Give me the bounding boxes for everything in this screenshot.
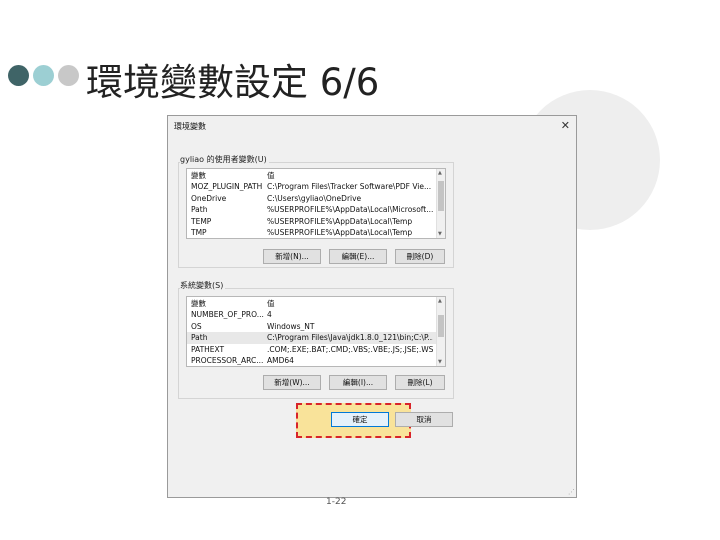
table-row[interactable]: PROCESSOR_ARC... AMD64 bbox=[187, 355, 445, 366]
variable-name: OS bbox=[191, 321, 202, 331]
user-new-button[interactable]: 新增(N)... bbox=[263, 249, 321, 264]
column-header-name[interactable]: 變數 bbox=[191, 170, 269, 181]
table-row[interactable]: PATHEXT .COM;.EXE;.BAT;.CMD;.VBS;.VBE;.J… bbox=[187, 344, 445, 356]
variable-value: AMD64 bbox=[267, 356, 294, 365]
variable-name: NUMBER_OF_PRO... bbox=[191, 310, 264, 319]
table-row[interactable]: TMP %USERPROFILE%\AppData\Local\Temp bbox=[187, 227, 445, 238]
user-list-scrollbar[interactable]: ▲ ▼ bbox=[436, 169, 445, 238]
table-row[interactable]: Path %USERPROFILE%\AppData\Local\Microso… bbox=[187, 204, 445, 216]
user-list-header: 變數 值 bbox=[187, 169, 445, 181]
table-row[interactable]: Path C:\Program Files\Java\jdk1.8.0_121\… bbox=[187, 332, 445, 344]
table-row[interactable]: OneDrive C:\Users\gyliao\OneDrive bbox=[187, 193, 445, 205]
scroll-thumb[interactable] bbox=[438, 315, 444, 337]
title-bullet-dot-dark bbox=[8, 65, 29, 86]
system-edit-button[interactable]: 編輯(I)... bbox=[329, 375, 387, 390]
variable-name: TEMP bbox=[191, 216, 212, 226]
user-variables-label: gyliao 的使用者變數(U) bbox=[180, 154, 269, 165]
scroll-down-icon[interactable]: ▼ bbox=[438, 231, 442, 237]
system-list-scrollbar[interactable]: ▲ ▼ bbox=[436, 297, 445, 366]
resize-grip-icon[interactable]: ⋰ bbox=[568, 488, 575, 496]
column-header-value[interactable]: 值 bbox=[267, 170, 433, 181]
system-delete-button[interactable]: 刪除(L) bbox=[395, 375, 445, 390]
scroll-up-icon[interactable]: ▲ bbox=[438, 298, 442, 304]
variable-value: .COM;.EXE;.BAT;.CMD;.VBS;.VBE;.JS;.JSE;.… bbox=[267, 344, 433, 354]
user-variables-list[interactable]: 變數 值 MOZ_PLUGIN_PATH C:\Program Files\Tr… bbox=[186, 168, 446, 239]
variable-name: OneDrive bbox=[191, 193, 227, 203]
variable-value: C:\Program Files\Tracker Software\PDF Vi… bbox=[267, 182, 432, 191]
variable-name: Path bbox=[191, 333, 208, 342]
table-row[interactable]: NUMBER_OF_PRO... 4 bbox=[187, 309, 445, 321]
ok-button[interactable]: 確定 bbox=[331, 412, 389, 427]
system-list-header: 變數 值 bbox=[187, 297, 445, 309]
table-row[interactable]: OS Windows_NT bbox=[187, 321, 445, 333]
variable-name: PROCESSOR_ARC... bbox=[191, 356, 264, 365]
system-variables-list[interactable]: 變數 值 NUMBER_OF_PRO... 4 OS Windows_NT Pa… bbox=[186, 296, 446, 367]
user-edit-button[interactable]: 編輯(E)... bbox=[329, 249, 387, 264]
variable-name: Path bbox=[191, 205, 208, 214]
scroll-up-icon[interactable]: ▲ bbox=[438, 170, 442, 176]
close-icon[interactable]: ✕ bbox=[561, 119, 570, 132]
environment-variables-dialog: 環境變數 ✕ gyliao 的使用者變數(U) 變數 值 MOZ_PLUGIN_… bbox=[167, 115, 577, 507]
variable-name: TMP bbox=[191, 228, 207, 237]
system-new-button[interactable]: 新增(W)... bbox=[263, 375, 321, 390]
scroll-thumb[interactable] bbox=[438, 181, 444, 211]
variable-value: 4 bbox=[267, 310, 272, 319]
dialog-title: 環境變數 bbox=[174, 122, 206, 131]
variable-value: %USERPROFILE%\AppData\Local\Temp bbox=[267, 216, 413, 226]
scroll-down-icon[interactable]: ▼ bbox=[438, 359, 442, 365]
variable-name: MOZ_PLUGIN_PATH bbox=[191, 182, 263, 191]
column-header-value[interactable]: 值 bbox=[267, 298, 433, 309]
variable-value: Windows_NT bbox=[267, 321, 315, 331]
user-delete-button[interactable]: 刪除(D) bbox=[395, 249, 445, 264]
system-variables-label: 系統變數(S) bbox=[180, 280, 226, 291]
variable-name: PATHEXT bbox=[191, 344, 225, 354]
table-row[interactable]: TEMP %USERPROFILE%\AppData\Local\Temp bbox=[187, 216, 445, 228]
column-header-name[interactable]: 變數 bbox=[191, 298, 269, 309]
title-bullet-dot-teal bbox=[33, 65, 54, 86]
variable-value: %USERPROFILE%\AppData\Local\Microsoft... bbox=[267, 205, 433, 214]
slide-title: 環境變數設定 6/6 bbox=[86, 61, 380, 104]
page-number: 1-22 bbox=[326, 497, 347, 507]
variable-value: C:\Program Files\Java\jdk1.8.0_121\bin;C… bbox=[267, 333, 433, 342]
cancel-button[interactable]: 取消 bbox=[395, 412, 453, 427]
variable-value: %USERPROFILE%\AppData\Local\Temp bbox=[267, 228, 413, 237]
variable-value: C:\Users\gyliao\OneDrive bbox=[267, 193, 362, 203]
table-row[interactable]: MOZ_PLUGIN_PATH C:\Program Files\Tracker… bbox=[187, 181, 445, 193]
title-bullet-dot-gray bbox=[58, 65, 79, 86]
